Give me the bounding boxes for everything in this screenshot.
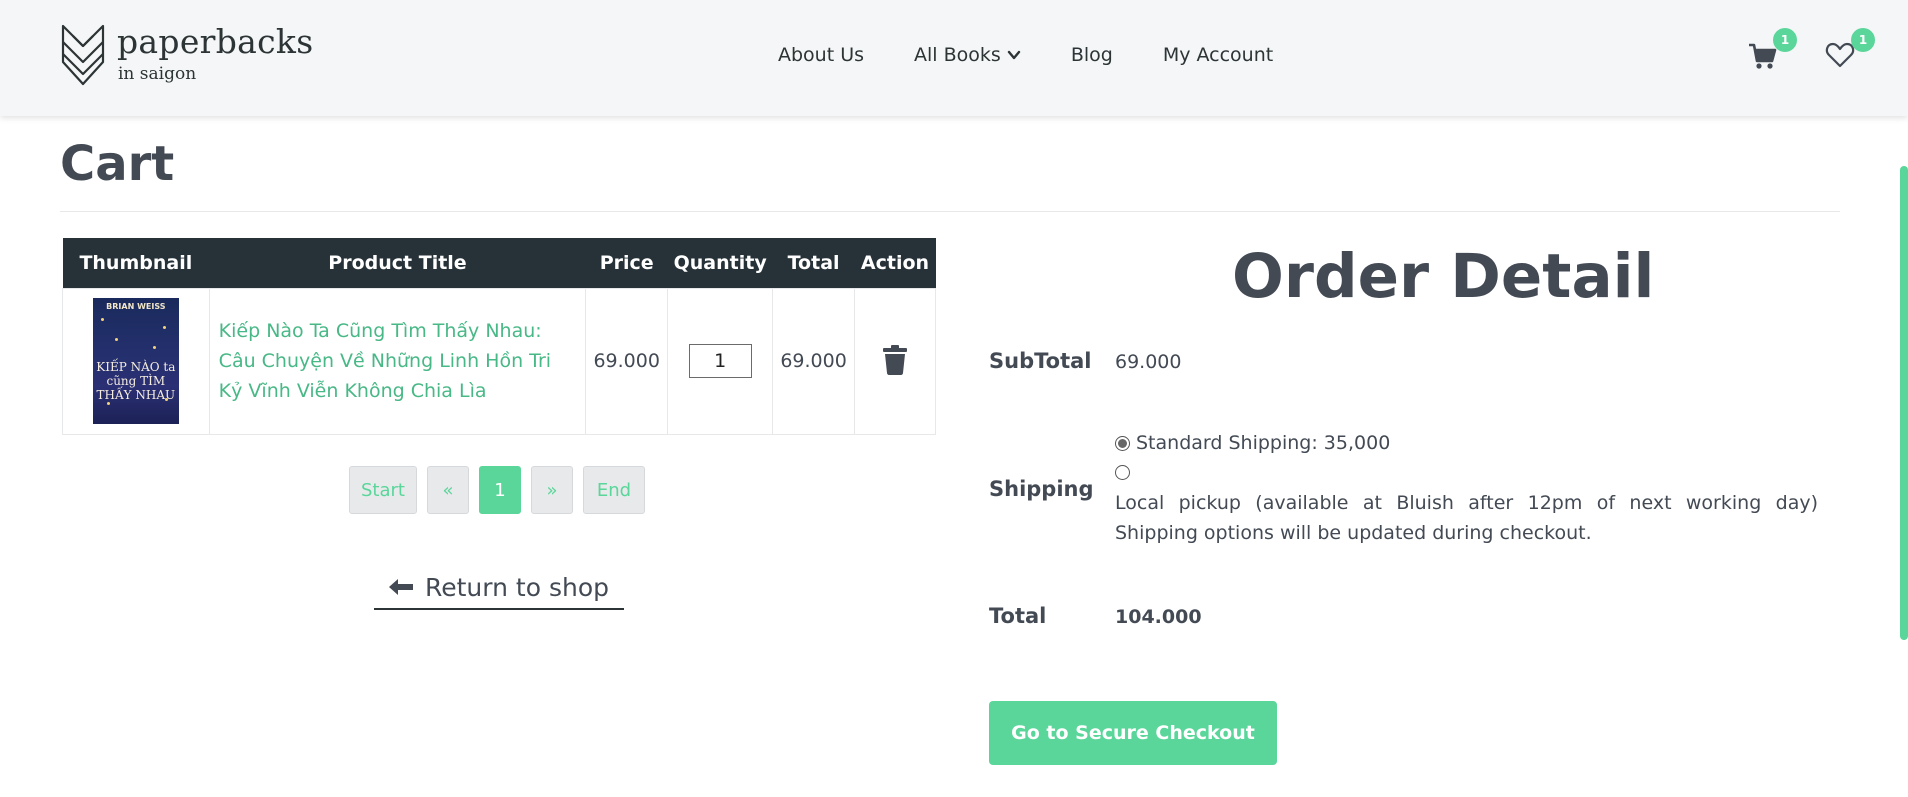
nav-label: My Account: [1162, 44, 1274, 66]
header-total: Total: [772, 238, 855, 288]
order-detail-title: Order Detail: [1232, 241, 1655, 312]
book-cover-thumbnail[interactable]: BRIAN WEISS KIẾP NÀO ta cũng TÌM THẤY NH…: [92, 298, 179, 424]
subtotal-value: 69.000: [1115, 351, 1182, 373]
shipping-local-pickup-radio[interactable]: [1115, 465, 1130, 480]
title-divider: [60, 211, 1840, 212]
cover-title: KIẾP NÀO ta cũng TÌM THẤY NHAU: [96, 360, 176, 402]
cart-count-badge: 1: [1773, 28, 1797, 52]
chevron-down-icon: [1007, 50, 1021, 60]
header-price: Price: [585, 238, 668, 288]
page-end-button[interactable]: End: [583, 466, 645, 514]
arrow-left-icon: [389, 579, 413, 595]
wishlist-count-badge: 1: [1851, 28, 1875, 52]
pagination: Start « 1 » End: [349, 466, 645, 514]
nav-blog[interactable]: Blog: [1071, 44, 1113, 66]
shipping-local-pickup-note: Local pickup (available at Bluish after …: [1115, 492, 1818, 544]
main-nav: About Us All Books Blog My Account: [778, 44, 1273, 66]
total-label: Total: [989, 604, 1047, 628]
page-scrollbar[interactable]: [1900, 166, 1908, 640]
nav-label: All Books: [914, 44, 1001, 66]
nav-about-us[interactable]: About Us: [778, 44, 864, 66]
site-logo[interactable]: paperbacks in saigon: [60, 22, 313, 92]
nav-my-account[interactable]: My Account: [1163, 44, 1273, 66]
action-cell: [853, 287, 937, 435]
cart-table: Thumbnail Product Title Price Quantity T…: [62, 238, 937, 435]
site-header: paperbacks in saigon About Us All Books …: [0, 0, 1908, 116]
page-current-button[interactable]: 1: [479, 466, 521, 514]
return-to-shop-label: Return to shop: [425, 572, 609, 602]
cover-author: BRIAN WEISS: [106, 302, 166, 311]
page-start-button[interactable]: Start: [349, 466, 417, 514]
shipping-option-standard[interactable]: Standard Shipping: 35,000: [1115, 432, 1390, 454]
shipping-option-local-pickup[interactable]: [1115, 465, 1130, 480]
secure-checkout-button[interactable]: Go to Secure Checkout: [989, 701, 1277, 765]
total-value: 104.000: [1115, 606, 1202, 628]
cart-button[interactable]: 1: [1747, 28, 1797, 74]
trash-icon[interactable]: [881, 343, 909, 375]
heart-icon: [1825, 42, 1855, 68]
book-logo-icon: [61, 24, 105, 86]
page-prev-button[interactable]: «: [427, 466, 469, 514]
wishlist-button[interactable]: 1: [1825, 28, 1875, 74]
product-title-link[interactable]: Kiếp Nào Ta Cũng Tìm Thấy Nhau: Câu Chuy…: [208, 287, 587, 435]
page-next-button[interactable]: »: [531, 466, 573, 514]
header-thumbnail: Thumbnail: [62, 238, 210, 288]
header-product-title: Product Title: [209, 238, 586, 288]
shipping-standard-radio[interactable]: [1115, 435, 1130, 451]
header-action: Action: [854, 238, 936, 288]
nav-all-books[interactable]: All Books: [914, 44, 1021, 66]
quantity-cell: [667, 287, 774, 435]
return-to-shop-link[interactable]: Return to shop: [374, 566, 624, 610]
quantity-input[interactable]: [688, 344, 752, 378]
nav-label: About Us: [778, 44, 865, 66]
nav-label: Blog: [1070, 44, 1113, 66]
shipping-standard-label: Standard Shipping: 35,000: [1136, 432, 1391, 454]
price-cell: 69.000: [585, 287, 669, 435]
total-cell: 69.000: [772, 287, 855, 435]
header-quantity: Quantity: [667, 238, 773, 288]
brand-name: paperbacks: [117, 22, 314, 61]
page-title: Cart: [60, 136, 175, 192]
subtotal-label: SubTotal: [989, 349, 1092, 373]
brand-tagline: in saigon: [118, 64, 197, 84]
table-row: BRIAN WEISS KIẾP NÀO ta cũng TÌM THẤY NH…: [62, 287, 937, 435]
shipping-label: Shipping: [989, 477, 1094, 501]
table-header-row: Thumbnail Product Title Price Quantity T…: [62, 238, 936, 288]
thumbnail-cell: BRIAN WEISS KIẾP NÀO ta cũng TÌM THẤY NH…: [62, 287, 210, 435]
